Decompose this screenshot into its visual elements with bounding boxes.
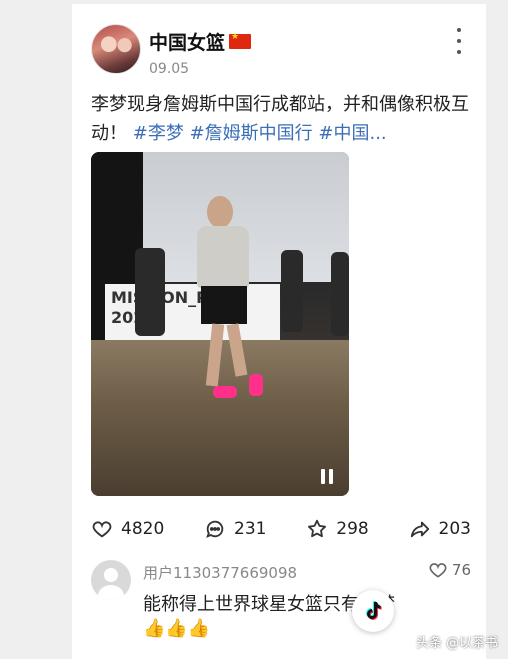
favorite-button[interactable]: 298 xyxy=(306,518,369,540)
action-bar: 4820 231 298 203 xyxy=(91,516,471,542)
video-player[interactable]: MISSION_P 202 xyxy=(91,152,349,496)
player-head xyxy=(207,196,233,228)
pause-icon[interactable] xyxy=(317,466,337,486)
comment-bubble-icon xyxy=(206,520,224,538)
comment-button[interactable]: 231 xyxy=(204,518,267,540)
author-name-row[interactable]: 中国女篮 xyxy=(149,28,252,55)
heart-icon xyxy=(429,563,447,578)
comment-emoji: 👍👍👍 xyxy=(143,618,211,639)
share-count: 203 xyxy=(438,519,471,539)
like-count: 4820 xyxy=(121,519,165,539)
china-flag-icon xyxy=(229,32,252,49)
star-icon xyxy=(308,519,327,538)
author-name[interactable]: 中国女篮 xyxy=(149,28,225,55)
like-button[interactable]: 4820 xyxy=(91,518,164,540)
hashtag-james-china-tour[interactable]: #詹姆斯中国行 xyxy=(190,123,313,144)
author-avatar[interactable] xyxy=(91,24,141,74)
bystander-figure xyxy=(281,250,303,332)
post-date: 09.05 xyxy=(149,61,190,77)
more-vertical-icon[interactable] xyxy=(452,28,466,54)
post-card: 中国女篮 09.05 李梦现身詹姆斯中国行成都站，并和偶像积极互动！ #李梦 #… xyxy=(72,4,486,659)
commenter-avatar[interactable] xyxy=(91,560,131,600)
comment-count: 231 xyxy=(234,519,267,539)
bystander-figure xyxy=(135,248,165,336)
commenter-name[interactable]: 用户1130377669098 xyxy=(143,562,297,583)
favorite-count: 298 xyxy=(336,519,369,539)
tiktok-logo-icon[interactable] xyxy=(352,590,394,632)
video-banner: MISSION_P 202 xyxy=(105,284,280,342)
heart-icon xyxy=(92,521,112,538)
pink-shoe xyxy=(213,386,237,398)
hashtag-china-truncated[interactable]: #中国... xyxy=(318,123,386,144)
watermark: 头条 @以茶书 xyxy=(416,636,499,651)
share-arrow-icon xyxy=(410,521,429,538)
player-shirt xyxy=(197,226,249,288)
post-text: 李梦现身詹姆斯中国行成都站，并和偶像积极互动！ #李梦 #詹姆斯中国行 #中国.… xyxy=(91,90,471,148)
share-button[interactable]: 203 xyxy=(409,518,471,540)
player-shorts xyxy=(201,286,247,324)
pink-shoe xyxy=(249,374,263,396)
comment-like-button[interactable]: 76 xyxy=(428,560,471,580)
comment-like-count: 76 xyxy=(451,561,471,579)
bystander-figure xyxy=(331,252,349,336)
comment-item: 用户1130377669098 76 能称得上世界球星女篮只有李梦 👍👍👍 xyxy=(91,560,471,650)
hashtag-li-meng[interactable]: #李梦 xyxy=(133,123,184,144)
